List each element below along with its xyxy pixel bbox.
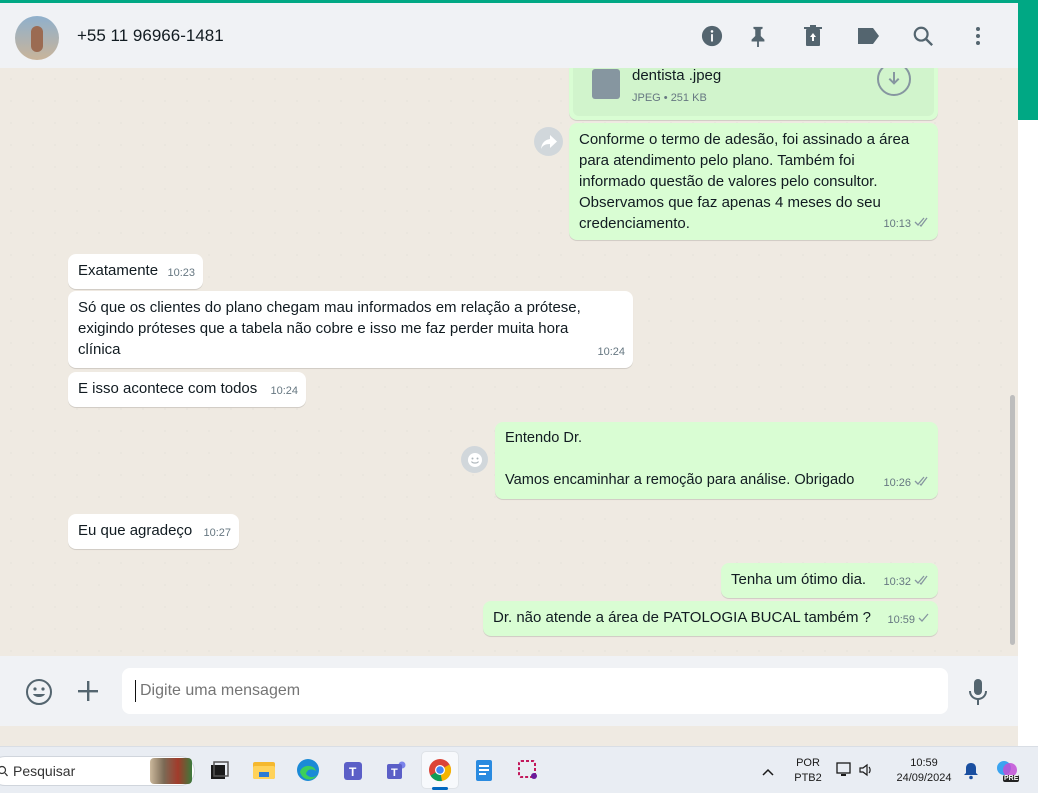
teams-icon[interactable]: T xyxy=(384,757,410,783)
label-icon[interactable] xyxy=(855,23,881,49)
network-icon[interactable] xyxy=(836,762,854,783)
window-edge xyxy=(1018,120,1038,746)
svg-text:T: T xyxy=(349,765,357,779)
taskbar-search-label[interactable]: Pesquisar xyxy=(13,763,75,779)
menu-icon[interactable] xyxy=(965,23,991,49)
message-time: 10:13 xyxy=(883,218,911,230)
clock-date: 24/09/2024 xyxy=(896,772,952,784)
pin-icon[interactable] xyxy=(745,23,771,49)
scrollbar-thumb[interactable] xyxy=(1010,395,1015,645)
language-code: POR xyxy=(796,757,820,769)
message-bubble-in[interactable]: E isso acontece com todos 10:24 xyxy=(68,372,306,407)
teams-work-icon[interactable]: T xyxy=(340,757,366,783)
attachment-card[interactable]: dentista .jpeg JPEG • 251 KB xyxy=(573,68,934,116)
message-time: 10:32 xyxy=(883,576,911,588)
message-time: 10:23 xyxy=(167,267,195,279)
copilot-badge: PRE xyxy=(1003,775,1020,782)
message-input[interactable] xyxy=(122,668,948,714)
message-meta: 10:26 xyxy=(883,473,930,494)
whatsapp-window: +55 11 96966-1481 dentista .jpeg JPEG • … xyxy=(0,0,1018,746)
volume-icon[interactable] xyxy=(858,762,874,783)
message-meta: 10:59 xyxy=(887,610,930,631)
snipping-tool-icon[interactable] xyxy=(515,757,541,783)
message-meta: 10:13 xyxy=(883,214,930,235)
notification-bell-icon[interactable] xyxy=(963,762,979,785)
svg-text:T: T xyxy=(391,767,398,779)
message-list[interactable]: dentista .jpeg JPEG • 251 KB Conforme o … xyxy=(0,68,1018,656)
message-bubble-out[interactable]: Entendo Dr. Vamos encaminhar a remoção p… xyxy=(495,422,938,499)
window-accent xyxy=(1018,0,1038,120)
search-icon[interactable] xyxy=(910,23,936,49)
chevron-up-icon[interactable] xyxy=(762,763,774,781)
message-time: 10:59 xyxy=(887,614,915,626)
message-bubble-out[interactable]: Dr. não atende a área de PATOLOGIA BUCAL… xyxy=(483,601,938,636)
message-bubble-out[interactable]: Tenha um ótimo dia. 10:32 xyxy=(721,563,938,598)
file-explorer-icon[interactable] xyxy=(251,757,277,783)
emoji-icon[interactable] xyxy=(25,678,53,711)
double-check-icon xyxy=(914,214,930,235)
notepad-icon[interactable] xyxy=(471,757,497,783)
attachment-filename: dentista .jpeg xyxy=(632,68,722,84)
forward-icon[interactable] xyxy=(534,127,563,156)
message-time: 10:24 xyxy=(270,385,298,397)
double-check-icon xyxy=(914,473,930,494)
double-check-icon xyxy=(914,572,930,593)
message-text: Só que os clientes do plano chegam mau i… xyxy=(78,299,585,358)
attach-plus-icon[interactable] xyxy=(77,680,99,707)
chat-header: +55 11 96966-1481 xyxy=(0,0,1018,68)
message-text: Dr. não atende a área de PATOLOGIA BUCAL… xyxy=(493,609,871,626)
message-meta: 10:32 xyxy=(883,572,930,593)
attachment-bubble[interactable]: dentista .jpeg JPEG • 251 KB xyxy=(569,68,938,120)
download-icon[interactable] xyxy=(877,68,911,96)
message-bubble-in[interactable]: Exatamente 10:23 xyxy=(68,254,203,289)
delete-icon[interactable] xyxy=(800,23,826,49)
message-text: E isso acontece com todos xyxy=(78,380,258,397)
message-time: 10:26 xyxy=(883,477,911,489)
active-indicator xyxy=(432,787,448,790)
clock[interactable]: 10:59 24/09/2024 xyxy=(884,757,964,784)
info-icon[interactable] xyxy=(699,23,725,49)
message-bubble-in[interactable]: Eu que agradeço 10:27 xyxy=(68,514,239,549)
message-bubble-in[interactable]: Só que os clientes do plano chegam mau i… xyxy=(68,291,633,368)
microphone-icon[interactable] xyxy=(968,678,988,711)
message-text: Conforme o termo de adesão, foi assinado… xyxy=(579,131,914,232)
language-indicator[interactable]: POR PTB2 xyxy=(790,757,826,784)
message-time: 10:27 xyxy=(203,527,231,539)
check-icon xyxy=(918,610,930,631)
chrome-icon[interactable] xyxy=(427,757,453,783)
task-view-icon[interactable] xyxy=(206,757,232,783)
attachment-meta: JPEG • 251 KB xyxy=(632,92,707,104)
edge-icon[interactable] xyxy=(295,757,321,783)
text-caret xyxy=(135,680,136,702)
message-time: 10:24 xyxy=(597,346,625,358)
contact-name[interactable]: +55 11 96966-1481 xyxy=(77,26,224,46)
contact-avatar[interactable] xyxy=(15,16,59,60)
search-icon xyxy=(0,764,8,782)
message-text: Entendo Dr. Vamos encaminhar a remoção p… xyxy=(505,430,855,488)
search-highlight-image[interactable] xyxy=(150,758,192,784)
message-bubble-out[interactable]: Conforme o termo de adesão, foi assinado… xyxy=(569,123,938,240)
clock-time: 10:59 xyxy=(910,757,938,769)
react-emoji-icon[interactable] xyxy=(461,446,488,473)
file-icon xyxy=(592,69,620,99)
keyboard-layout: PTB2 xyxy=(794,772,822,784)
